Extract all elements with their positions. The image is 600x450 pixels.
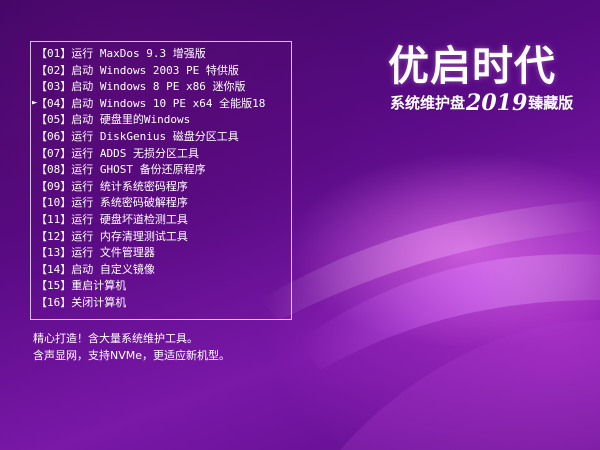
logo-year: 2019 xyxy=(466,90,528,116)
boot-menu-item-label: 启动 Windows 10 PE x64 全能版18 xyxy=(71,96,266,110)
boot-menu-item-bracket-open: 【 xyxy=(36,96,47,110)
boot-menu-item-07[interactable]: 【07】运行 ADDS 无损分区工具 xyxy=(36,146,265,163)
boot-menu-item-01[interactable]: 【01】运行 MaxDos 9.3 增强版 xyxy=(36,46,265,63)
brand-logo: 优启时代 系统维护盘2019臻藏版 xyxy=(380,32,580,122)
boot-menu-item-label: 启动 Windows 2003 PE 特供版 xyxy=(71,63,239,77)
boot-menu-item-number: 11 xyxy=(47,212,61,226)
boot-menu-item-11[interactable]: 【11】运行 硬盘坏道检测工具 xyxy=(36,212,265,229)
boot-menu-item-bracket-close: 】 xyxy=(60,295,72,309)
boot-menu-item-05[interactable]: 【05】启动 硬盘里的Windows xyxy=(36,112,265,129)
boot-menu-item-label: 运行 ADDS 无损分区工具 xyxy=(71,146,199,160)
boot-menu-item-label: 启动 自定义镜像 xyxy=(71,262,155,276)
logo-subtitle-pre: 系统维护盘 xyxy=(390,94,466,112)
boot-menu-item-number: 03 xyxy=(47,80,61,94)
boot-menu-item-bracket-close: 】 xyxy=(60,179,72,193)
boot-menu-item-number: 14 xyxy=(47,262,61,276)
boot-menu-item-label: 运行 MaxDos 9.3 增强版 xyxy=(71,47,206,60)
boot-menu-item-bracket-open: 【 xyxy=(36,146,47,160)
boot-menu-item-number: 04 xyxy=(47,96,61,110)
boot-menu-item-bracket-close: 】 xyxy=(60,279,72,293)
boot-menu-item-label: 运行 内存清理测试工具 xyxy=(71,229,188,243)
boot-menu-item-bracket-close: 】 xyxy=(60,229,72,243)
boot-menu-item-09[interactable]: 【09】运行 统计系统密码程序 xyxy=(36,179,265,196)
footer-notes: 精心打造！含大量系统维护工具。 含声显网，支持NVMe，更适应新机型。 xyxy=(33,330,230,364)
boot-menu-item-number: 08 xyxy=(47,163,61,177)
boot-menu-item-02[interactable]: 【02】启动 Windows 2003 PE 特供版 xyxy=(36,63,265,80)
boot-menu-item-bracket-open: 【 xyxy=(36,129,47,143)
boot-menu-item-label: 运行 系统密码破解程序 xyxy=(71,196,188,210)
boot-menu-item-bracket-open: 【 xyxy=(36,246,47,260)
boot-menu-item-03[interactable]: 【03】启动 Windows 8 PE x86 迷你版 xyxy=(36,79,265,96)
boot-menu-item-bracket-open: 【 xyxy=(36,295,47,309)
boot-menu-item-number: 02 xyxy=(47,63,61,77)
boot-menu-item-number: 12 xyxy=(47,229,61,243)
boot-menu-item-bracket-open: 【 xyxy=(36,113,47,127)
boot-menu-item-bracket-close: 】 xyxy=(60,63,72,77)
boot-menu-item-bracket-open: 【 xyxy=(36,47,47,60)
boot-menu-item-label: 运行 统计系统密码程序 xyxy=(71,179,188,193)
boot-menu-item-04[interactable]: 【04】启动 Windows 10 PE x64 全能版18 xyxy=(36,96,265,113)
boot-menu-item-13[interactable]: 【13】运行 文件管理器 xyxy=(36,245,265,262)
boot-menu-item-16[interactable]: 【16】关闭计算机 xyxy=(36,295,265,312)
boot-menu-item-number: 10 xyxy=(47,196,61,210)
boot-menu-item-10[interactable]: 【10】运行 系统密码破解程序 xyxy=(36,195,265,212)
boot-menu-item-bracket-close: 】 xyxy=(60,246,72,260)
boot-menu-item-15[interactable]: 【15】重启计算机 xyxy=(36,278,265,295)
boot-menu-item-bracket-close: 】 xyxy=(60,212,72,226)
boot-menu-item-bracket-close: 】 xyxy=(60,129,72,143)
footer-line-1: 精心打造！含大量系统维护工具。 xyxy=(33,332,198,345)
logo-subtitle-post: 臻藏版 xyxy=(528,94,574,112)
boot-menu-item-number: 06 xyxy=(47,129,61,143)
boot-menu-list: 【01】运行 MaxDos 9.3 增强版 【02】启动 Windows 2003… xyxy=(36,46,265,312)
boot-menu-item-bracket-close: 】 xyxy=(60,80,72,94)
boot-menu-item-number: 05 xyxy=(47,113,61,127)
boot-menu-item-label: 运行 硬盘坏道检测工具 xyxy=(71,212,188,226)
boot-menu-item-label: 运行 DiskGenius 磁盘分区工具 xyxy=(71,129,239,143)
boot-menu-item-06[interactable]: 【06】运行 DiskGenius 磁盘分区工具 xyxy=(36,129,265,146)
boot-menu-item-number: 15 xyxy=(47,279,61,293)
footer-line-2: 含声显网，支持NVMe，更适应新机型。 xyxy=(33,349,231,362)
boot-menu-item-bracket-close: 】 xyxy=(60,146,72,160)
boot-menu-item-bracket-open: 【 xyxy=(36,212,47,226)
boot-menu-item-bracket-close: 】 xyxy=(60,113,72,127)
boot-menu-item-label: 关闭计算机 xyxy=(71,295,127,309)
logo-subtitle: 系统维护盘2019臻藏版 xyxy=(390,90,573,116)
boot-menu-item-08[interactable]: 【08】运行 GHOST 备份还原程序 xyxy=(36,162,265,179)
boot-menu-item-14[interactable]: 【14】启动 自定义镜像 xyxy=(36,262,265,279)
logo-title: 优启时代 xyxy=(388,42,556,90)
boot-menu-item-bracket-open: 【 xyxy=(36,262,47,276)
boot-menu-item-number: 13 xyxy=(47,246,61,260)
boot-menu-item-bracket-close: 】 xyxy=(60,196,72,210)
boot-menu-item-number: 16 xyxy=(47,295,61,309)
boot-menu-item-bracket-open: 【 xyxy=(36,163,47,177)
boot-menu-item-bracket-open: 【 xyxy=(36,279,47,293)
boot-menu-item-bracket-open: 【 xyxy=(36,179,47,193)
boot-menu-item-label: 启动 Windows 8 PE x86 迷你版 xyxy=(71,80,246,94)
boot-menu-item-label: 启动 硬盘里的Windows xyxy=(71,113,191,127)
boot-menu-item-bracket-open: 【 xyxy=(36,80,47,94)
boot-menu-item-number: 09 xyxy=(47,179,61,193)
boot-menu-item-bracket-close: 】 xyxy=(60,163,72,177)
boot-menu-item-label: 重启计算机 xyxy=(71,279,127,293)
boot-menu-item-12[interactable]: 【12】运行 内存清理测试工具 xyxy=(36,229,265,246)
boot-menu-item-bracket-close: 】 xyxy=(60,96,72,110)
boot-menu-item-bracket-open: 【 xyxy=(36,63,47,77)
boot-menu-item-number: 01 xyxy=(47,47,61,60)
boot-menu-item-bracket-open: 【 xyxy=(36,229,47,243)
boot-menu-item-label: 运行 文件管理器 xyxy=(71,246,155,260)
boot-menu-item-bracket-open: 【 xyxy=(36,196,47,210)
boot-menu-item-bracket-close: 】 xyxy=(60,262,72,276)
boot-menu-item-label: 运行 GHOST 备份还原程序 xyxy=(71,163,206,177)
boot-menu-item-bracket-close: 】 xyxy=(60,47,72,60)
boot-menu-item-number: 07 xyxy=(47,146,61,160)
